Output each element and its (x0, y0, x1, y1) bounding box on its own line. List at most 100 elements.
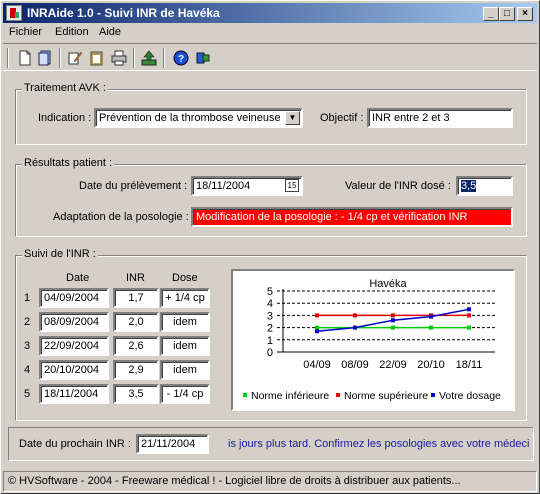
x-tick-label: 22/09 (379, 359, 407, 371)
clipboard-button[interactable] (87, 48, 107, 68)
print-button[interactable] (109, 48, 129, 68)
edit-icon (68, 51, 83, 65)
legend-label: Norme inférieure (251, 390, 329, 402)
toolbar-separator (133, 48, 135, 68)
y-tick-label: 3 (267, 310, 273, 322)
title-bar[interactable]: INRAide 1.0 - Suivi INR de Havéka _ □ × (3, 3, 537, 23)
row-inr-field[interactable]: 2,9 (113, 360, 159, 380)
status-bar: © HVSoftware - 2004 - Freeware médical !… (3, 471, 537, 492)
row-number: 1 (24, 292, 31, 304)
window-title: INRAide 1.0 - Suivi INR de Havéka (27, 6, 220, 20)
date-prelevement-value: 18/11/2004 (196, 180, 251, 192)
edit-button[interactable] (65, 48, 85, 68)
inr-chart-panel: Havéka 0 1 2 3 4 5 04/09 08/09 22/09 20/10 18/11 Nor… (231, 269, 515, 411)
row-number: 2 (24, 316, 31, 328)
data-point (391, 313, 395, 318)
info-button[interactable] (193, 48, 213, 68)
toolbar-grip (7, 48, 9, 68)
indication-select[interactable]: Prévention de la thrombose veineuse ▼ (94, 108, 303, 128)
adaptation-field[interactable]: Modification de la posologie : - 1/4 cp … (191, 207, 513, 227)
indication-label: Indication : (38, 112, 92, 124)
toolbar-separator (163, 48, 165, 68)
export-button[interactable] (139, 48, 159, 68)
row-number: 3 (24, 340, 31, 352)
row-date-field[interactable]: 22/09/2004 (39, 336, 109, 356)
row-date-field[interactable]: 18/11/2004 (39, 384, 109, 404)
open-icon (38, 50, 51, 66)
row-inr-field[interactable]: 2,0 (113, 312, 159, 332)
row-inr-field[interactable]: 3,5 (113, 384, 159, 404)
indication-value: Prévention de la thrombose veineuse (99, 112, 281, 124)
row-date-field[interactable]: 04/09/2004 (39, 288, 109, 308)
date-prelevement-label: Date du prélèvement : (79, 180, 188, 192)
open-button[interactable] (35, 48, 55, 68)
data-point (391, 325, 395, 330)
data-point (467, 313, 471, 318)
x-tick-label: 08/09 (341, 359, 369, 371)
col-header-date: Date (66, 272, 90, 284)
data-point (353, 325, 357, 330)
maximize-button[interactable]: □ (499, 7, 515, 21)
main-window: INRAide 1.0 - Suivi INR de Havéka _ □ × … (0, 0, 540, 494)
menu-bar: Fichier Edition Aide (3, 24, 537, 42)
date-prelevement-field[interactable]: 18/11/2004 15 (191, 176, 303, 196)
row-inr-field[interactable]: 2,6 (113, 336, 159, 356)
data-point (391, 318, 395, 323)
row-number: 4 (24, 364, 31, 376)
data-point (315, 313, 319, 318)
row-date-field[interactable]: 08/09/2004 (39, 312, 109, 332)
y-tick-label: 1 (267, 335, 273, 347)
new-button[interactable] (15, 48, 35, 68)
legend-swatch (431, 393, 435, 397)
data-point (429, 314, 433, 319)
calendar-icon[interactable]: 15 (285, 179, 299, 192)
legend-label: Votre dosage (439, 390, 501, 402)
help-button[interactable]: ? (171, 48, 191, 68)
col-header-inr: INR (126, 272, 145, 284)
x-tick-label: 18/11 (456, 359, 483, 371)
suivi-group-label: Suivi de l'INR : (22, 248, 98, 260)
scrolling-message: is jours plus tard. Confirmez les posolo… (228, 438, 530, 450)
row-dose-field[interactable]: - 1/4 cp (160, 384, 210, 404)
data-point (315, 329, 319, 334)
x-tick-label: 04/09 (303, 359, 331, 371)
data-point (353, 313, 357, 318)
resultats-group-label: Résultats patient : (22, 157, 115, 169)
data-point (429, 325, 433, 330)
menu-edition[interactable]: Edition (55, 26, 89, 38)
row-number: 5 (24, 388, 31, 400)
inr-chart: Havéka 012345 04/09 08/09 22/09 20/10 18/11 Nor… (243, 278, 501, 402)
legend-swatch (336, 393, 340, 397)
legend-swatch (243, 393, 247, 397)
data-point (467, 307, 471, 312)
objectif-label: Objectif : (320, 112, 364, 124)
row-dose-field[interactable]: + 1/4 cp (160, 288, 210, 308)
print-icon (111, 50, 127, 66)
row-dose-field[interactable]: idem (160, 336, 210, 356)
menu-aide[interactable]: Aide (99, 26, 121, 38)
export-icon (141, 50, 157, 66)
valeur-inr-value: 3,5 (461, 180, 477, 192)
prochain-label: Date du prochain INR : (19, 438, 131, 450)
help-icon: ? (173, 50, 189, 66)
valeur-inr-field[interactable]: 3,5 (456, 176, 513, 196)
app-icon[interactable] (6, 5, 22, 21)
col-header-dose: Dose (172, 272, 198, 284)
valeur-inr-label: Valeur de l'INR dosé : (345, 180, 451, 192)
minimize-button[interactable]: _ (483, 7, 499, 21)
y-tick-label: 2 (267, 323, 273, 335)
row-dose-field[interactable]: idem (160, 360, 210, 380)
chevron-down-icon[interactable]: ▼ (285, 111, 300, 125)
objectif-field[interactable]: INR entre 2 et 3 (367, 108, 513, 128)
y-tick-label: 5 (267, 286, 273, 298)
y-tick-label: 4 (267, 298, 273, 310)
svg-text:?: ? (178, 54, 184, 65)
y-tick-label: 0 (267, 347, 273, 359)
row-date-field[interactable]: 20/10/2004 (39, 360, 109, 380)
close-button[interactable]: × (517, 7, 533, 21)
menu-fichier[interactable]: Fichier (9, 26, 42, 38)
info-icon (196, 52, 210, 64)
row-dose-field[interactable]: idem (160, 312, 210, 332)
prochain-date-field[interactable]: 21/11/2004 (136, 434, 209, 454)
row-inr-field[interactable]: 1,7 (113, 288, 159, 308)
